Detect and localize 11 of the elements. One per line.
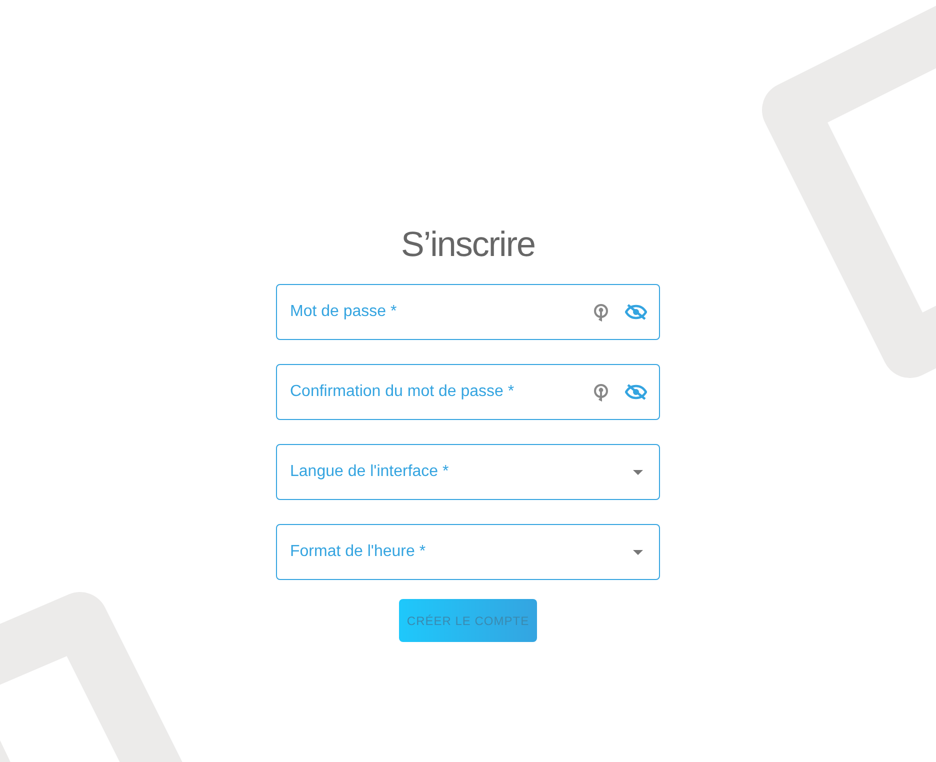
caret-icon [633,470,643,474]
select-field[interactable]: Langue de l'interface * [276,444,660,500]
page-title: S’inscrire [400,224,536,266]
eye-slash-icon[interactable] [625,384,647,400]
select-field[interactable]: Format de l'heure * [276,524,660,580]
password-field[interactable]: Confirmation du mot de passe * [276,364,660,420]
caret-icon [633,550,643,554]
key-icon[interactable] [593,382,609,402]
password-field[interactable]: Mot de passe * [276,284,660,340]
key-icon[interactable] [593,302,609,322]
eye-slash-icon[interactable] [625,304,647,320]
